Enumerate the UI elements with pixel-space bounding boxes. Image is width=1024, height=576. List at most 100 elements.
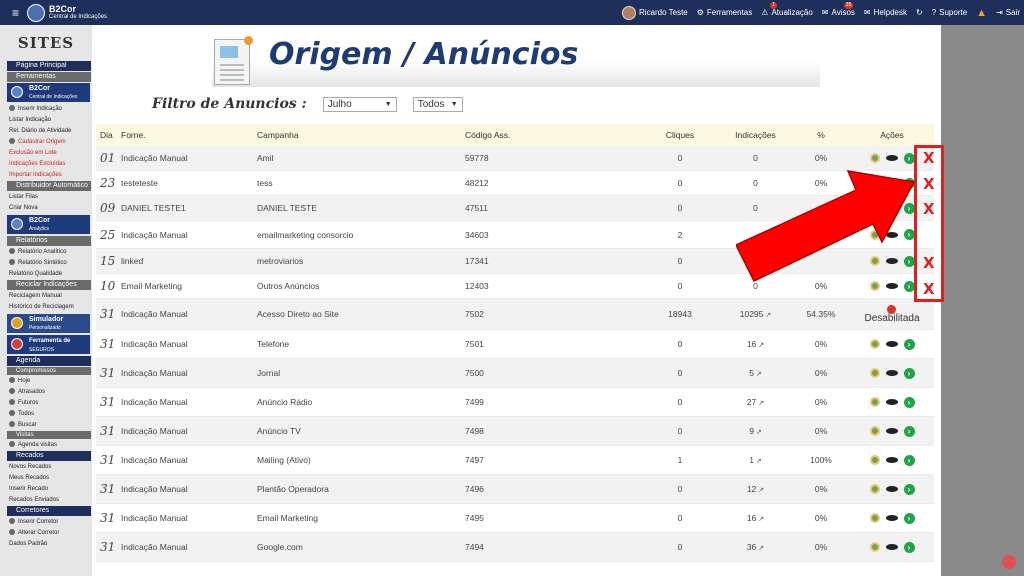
brand[interactable]: B2Cor Central de Indicações [27,3,107,22]
sidebar-item-meus-recados[interactable]: Meus Recados [0,473,92,484]
sidebar-item-cadastrar-origem[interactable]: Cadastrar Origem [0,137,92,148]
external-link-icon[interactable]: ↗ [765,312,771,319]
arrow-right-icon[interactable]: › [903,541,915,553]
logout-button[interactable]: ⇥ Sair [996,8,1020,17]
external-link-icon[interactable]: ↗ [758,487,764,494]
eye-icon[interactable] [885,428,898,434]
user-edit-icon[interactable] [869,542,880,552]
sidebar-item-inserir-recado[interactable]: Inserir Recado [0,484,92,495]
arrow-right-icon[interactable]: › [903,338,915,350]
arrow-right-icon[interactable]: › [903,367,915,379]
arrow-right-icon[interactable]: › [903,152,915,164]
col-campanha[interactable]: Campanha [257,130,465,140]
sidebar-item-futuros[interactable]: Futuros [0,398,92,409]
user-edit-icon[interactable] [869,397,880,407]
cell-indicacoes[interactable]: 16 ↗ [719,513,792,523]
eye-icon[interactable] [885,486,898,492]
helpdesk-menu[interactable]: ✉ Helpdesk [864,8,907,17]
refresh-button[interactable]: ↻ [916,8,923,17]
delete-icon[interactable]: X [923,280,935,298]
cell-indicacoes[interactable]: 1 ↗ [719,455,792,465]
col-cliques[interactable]: Cliques [641,130,719,140]
eye-icon[interactable] [885,370,898,376]
month-select[interactable]: Julho ▼ [322,96,397,112]
status-select[interactable]: Todos ▼ [412,96,463,112]
cell-indicacoes[interactable]: 10295 ↗ [719,309,792,319]
external-link-icon[interactable]: ↗ [758,516,764,523]
user-edit-icon[interactable] [869,455,880,465]
sidebar-item-alterar-corretor[interactable]: Alterar Corretor [0,528,92,539]
help-chat-icon[interactable] [1002,555,1016,569]
eye-icon[interactable] [885,341,898,347]
external-link-icon[interactable]: ↗ [756,458,762,465]
sites-logo[interactable]: SITES [0,25,92,61]
arrow-right-icon[interactable]: › [903,396,915,408]
user-edit-icon[interactable] [869,153,880,163]
col-codigo[interactable]: Código Ass. [465,130,641,140]
sidebar-item-todos[interactable]: Todos [0,409,92,420]
eye-icon[interactable] [885,457,898,463]
sidebar-item-novos-recados[interactable]: Novos Recados [0,462,92,473]
col-percent[interactable]: % [792,130,850,140]
sidebar-item-pagina-principal[interactable]: Página Principal [7,61,91,71]
sidebar-item-buscar[interactable]: Buscar [0,420,92,431]
simulador-banner[interactable]: Simulador Personalizado [7,314,90,333]
user-edit-icon[interactable] [869,368,880,378]
external-link-icon[interactable]: ↗ [758,400,764,407]
eye-icon[interactable] [885,155,898,161]
sidebar-item-exclusao-lote[interactable]: Exclusão em Lote [0,148,92,159]
tools-menu[interactable]: ⚙ Ferramentas [697,8,753,17]
sidebar-item-agenda-visitas[interactable]: Agenda visitas [0,440,92,451]
hamburger-icon[interactable]: ≡ [12,6,19,20]
external-link-icon[interactable]: ↗ [756,371,762,378]
sidebar-item-historico-reciclagem[interactable]: Histórico de Reciclagem [0,302,92,313]
sidebar-item-inserir-indicacao[interactable]: Inserir Indicação [0,104,92,115]
col-forne[interactable]: Forne. [121,130,257,140]
sidebar-item-relatorio-sintetico[interactable]: Relatório Sintético [0,258,92,269]
arrow-right-icon[interactable]: › [903,512,915,524]
eye-icon[interactable] [885,515,898,521]
sidebar-item-inserir-corretor[interactable]: Inserir Corretor [0,517,92,528]
sidebar-item-dados-padrao[interactable]: Dados Padrão [0,539,92,550]
cell-indicacoes[interactable]: 27 ↗ [719,397,792,407]
arrow-right-icon[interactable]: › [903,483,915,495]
b2cor-banner[interactable]: B2Cor Central de Indicações [7,83,90,102]
sidebar-item-relatorio-qualidade[interactable]: Relatório Qualidade [0,269,92,280]
eye-icon[interactable] [885,399,898,405]
sidebar-item-hoje[interactable]: Hoje [0,376,92,387]
sidebar-item-criar-nova[interactable]: Criar Nova [0,203,92,214]
user-edit-icon[interactable] [869,484,880,494]
external-link-icon[interactable]: ↗ [756,429,762,436]
eye-icon[interactable] [885,544,898,550]
delete-icon[interactable]: X [923,254,935,272]
delete-icon[interactable]: X [923,175,935,193]
sidebar-item-indicacoes-excluidas[interactable]: Indicações Excluídas [0,159,92,170]
seguros-banner[interactable]: Ferramenta de SEGUROS [7,335,90,354]
cell-indicacoes[interactable]: 16 ↗ [719,339,792,349]
arrow-right-icon[interactable]: › [903,454,915,466]
analytics-banner[interactable]: B2Cor Analytics [7,215,90,234]
sidebar-item-recados-enviados[interactable]: Recados Enviados [0,495,92,506]
delete-icon[interactable]: X [923,200,935,218]
cell-indicacoes[interactable]: 5 ↗ [719,368,792,378]
col-indicacoes[interactable]: Indicações [719,130,792,140]
delete-icon[interactable]: X [923,149,935,167]
user-edit-icon[interactable] [869,513,880,523]
support-menu[interactable]: ? Suporte [932,8,967,17]
sidebar-item-importar[interactable]: Importar Indicações [0,170,92,181]
sidebar-item-listar-filas[interactable]: Listar Filas [0,192,92,203]
cell-indicacoes[interactable]: 9 ↗ [719,426,792,436]
notices-menu[interactable]: ✉ 35 Avisos [822,2,855,17]
cell-indicacoes[interactable]: 36 ↗ [719,542,792,552]
external-link-icon[interactable]: ↗ [758,545,764,552]
warning-button[interactable]: ▲ [976,7,987,19]
sidebar-item-rel-diario[interactable]: Rel. Diário de Atividade [0,126,92,137]
update-menu[interactable]: ⚠ 1 Atualização [761,2,813,17]
sidebar-item-relatorio-analitico[interactable]: Relatório Analítico [0,247,92,258]
arrow-right-icon[interactable]: › [903,425,915,437]
user-menu[interactable]: Ricardo Teste [621,5,688,20]
user-edit-icon[interactable] [869,426,880,436]
user-edit-icon[interactable] [869,339,880,349]
sidebar-item-listar-indicacao[interactable]: Listar Indicação [0,115,92,126]
col-dia[interactable]: Dia [96,130,121,140]
